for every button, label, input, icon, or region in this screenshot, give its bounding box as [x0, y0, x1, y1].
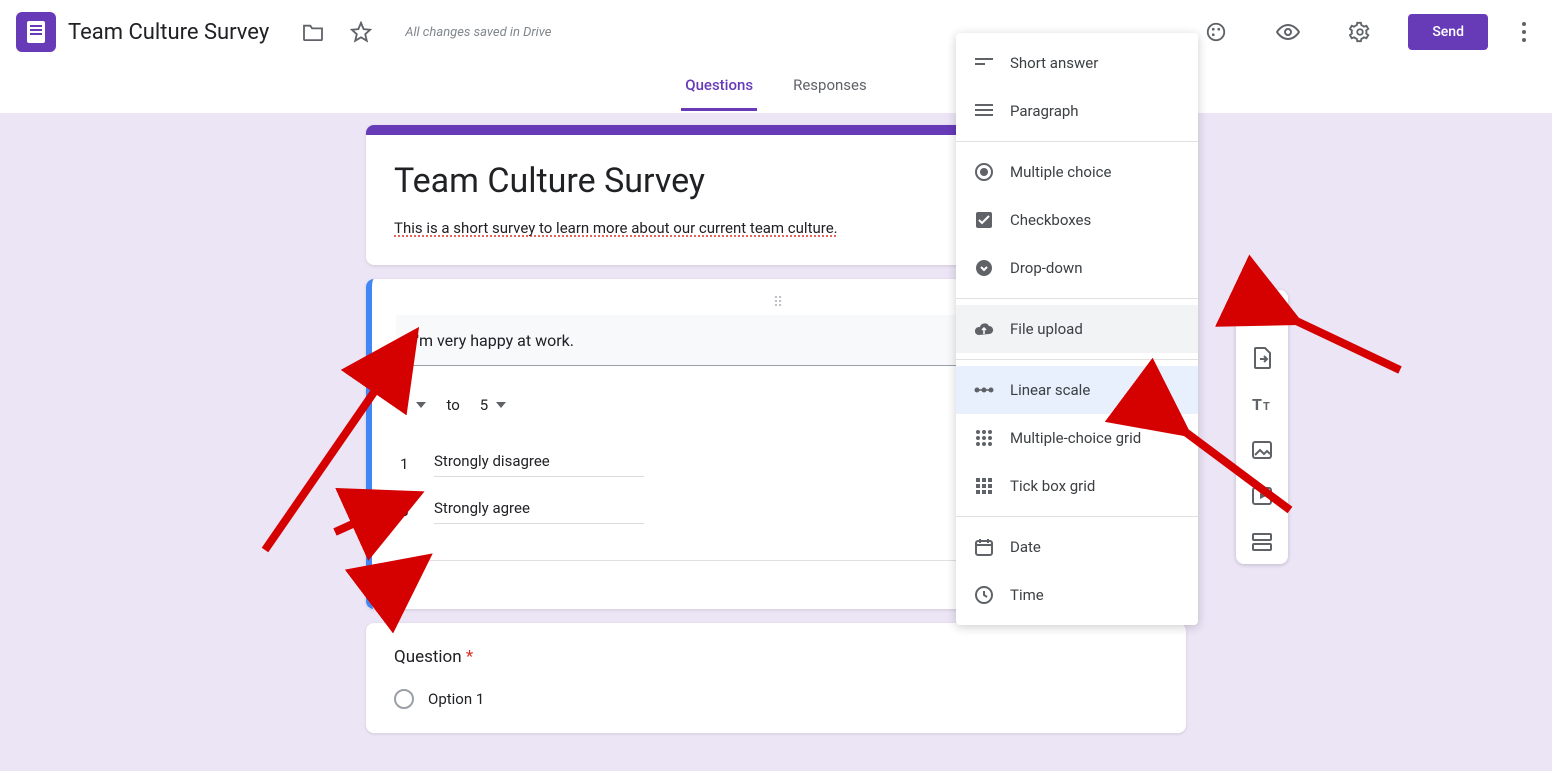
annotation-arrow — [330, 490, 420, 540]
palette-icon[interactable] — [1204, 20, 1228, 44]
type-checkboxes[interactable]: Checkboxes — [956, 196, 1198, 244]
add-question-icon[interactable] — [1250, 300, 1274, 324]
type-date[interactable]: Date — [956, 523, 1198, 571]
form-canvas: Team Culture Survey This is a short surv… — [0, 113, 1552, 771]
send-button[interactable]: Send — [1408, 14, 1488, 50]
preview-icon[interactable] — [1276, 20, 1300, 44]
required-asterisk: * — [466, 647, 473, 667]
add-title-icon[interactable]: TT — [1250, 392, 1274, 416]
paragraph-icon — [974, 101, 994, 121]
annotation-arrow — [370, 555, 430, 605]
chevron-down-icon — [496, 402, 506, 408]
dropdown-icon — [974, 258, 994, 278]
svg-text:T: T — [1263, 400, 1270, 413]
document-title[interactable]: Team Culture Survey — [68, 20, 269, 45]
settings-icon[interactable] — [1348, 20, 1372, 44]
tabs-bar: Questions Responses — [0, 64, 1552, 111]
scale-high-label[interactable]: Strongly agree — [434, 497, 644, 524]
scale-to-value: 5 — [480, 396, 488, 414]
scale-to-select[interactable]: 5 — [480, 396, 506, 414]
type-mc-grid[interactable]: Multiple-choice grid — [956, 414, 1198, 462]
more-menu-icon[interactable] — [1512, 22, 1536, 42]
forms-logo — [16, 12, 56, 52]
tab-questions[interactable]: Questions — [681, 64, 757, 111]
linear-scale-icon — [974, 380, 994, 400]
scale-low-label[interactable]: Strongly disagree — [434, 450, 644, 477]
question-2-title[interactable]: Question * — [394, 647, 1158, 667]
annotation-arrow — [1280, 310, 1410, 380]
annotation-arrow — [1170, 420, 1300, 520]
option-1-label[interactable]: Option 1 — [428, 690, 484, 708]
clock-icon — [974, 585, 994, 605]
save-status: All changes saved in Drive — [405, 25, 551, 40]
scale-to-word: to — [446, 396, 459, 414]
type-multiple-choice[interactable]: Multiple choice — [956, 148, 1198, 196]
type-time[interactable]: Time — [956, 571, 1198, 619]
cloud-upload-icon — [974, 319, 994, 339]
tab-responses[interactable]: Responses — [789, 64, 871, 111]
type-short-answer[interactable]: Short answer — [956, 39, 1198, 87]
star-icon[interactable] — [349, 20, 373, 44]
radio-icon — [394, 689, 414, 709]
option-row-1[interactable]: Option 1 — [394, 689, 1158, 709]
square-grid-icon — [974, 476, 994, 496]
radio-icon — [974, 162, 994, 182]
calendar-icon — [974, 537, 994, 557]
type-paragraph[interactable]: Paragraph — [956, 87, 1198, 135]
type-tick-grid[interactable]: Tick box grid — [956, 462, 1198, 510]
add-section-icon[interactable] — [1250, 530, 1274, 554]
dot-grid-icon — [974, 428, 994, 448]
type-linear-scale[interactable]: Linear scale — [956, 366, 1198, 414]
type-file-upload[interactable]: File upload — [956, 305, 1198, 353]
import-questions-icon[interactable] — [1250, 346, 1274, 370]
question-card-2[interactable]: Question * Option 1 — [366, 623, 1186, 733]
checkbox-icon — [974, 210, 994, 230]
short-answer-icon — [974, 53, 994, 73]
type-dropdown[interactable]: Drop-down — [956, 244, 1198, 292]
move-to-folder-icon[interactable] — [301, 20, 325, 44]
svg-text:T: T — [1252, 395, 1262, 413]
question-type-menu: Short answer Paragraph Multiple choice C… — [956, 33, 1198, 625]
app-header: Team Culture Survey All changes saved in… — [0, 0, 1552, 64]
